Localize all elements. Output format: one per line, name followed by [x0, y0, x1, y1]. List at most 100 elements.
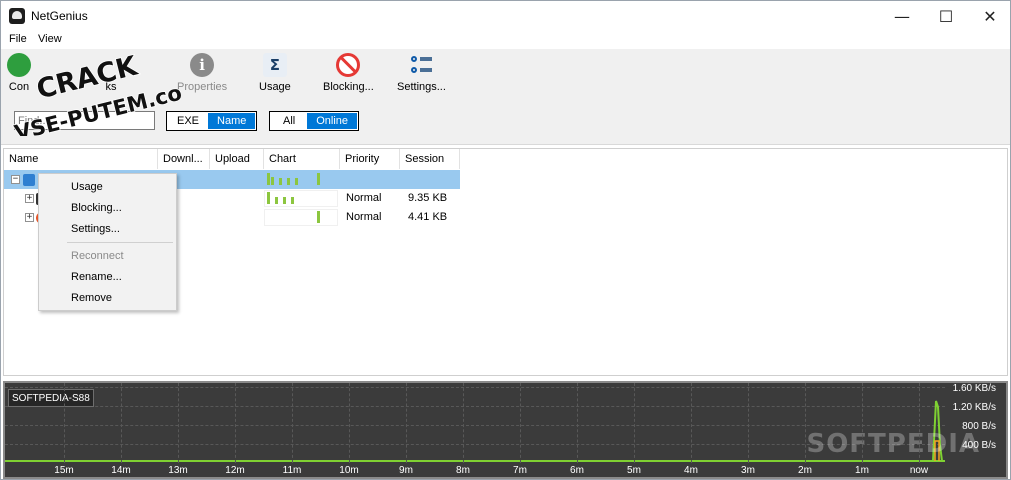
x-axis-label: 9m — [399, 465, 413, 476]
settings-button[interactable]: Settings... — [397, 53, 446, 97]
filter-all[interactable]: All — [271, 113, 307, 129]
column-chart[interactable]: Chart — [264, 149, 340, 169]
grid-line — [178, 383, 179, 463]
grid-line — [5, 406, 945, 407]
ctx-separator — [67, 242, 173, 243]
x-axis-label: 6m — [570, 465, 584, 476]
x-axis-label: 4m — [684, 465, 698, 476]
sigma-icon: Σ — [262, 53, 287, 77]
grid-line — [463, 383, 464, 463]
priority-cell: Normal — [346, 192, 382, 204]
chart-bar — [287, 178, 290, 185]
x-axis-label: 8m — [456, 465, 470, 476]
ctx-settings[interactable]: Settings... — [71, 223, 120, 235]
ctx-usage[interactable]: Usage — [71, 181, 103, 193]
grid-line — [406, 383, 407, 463]
grid-line — [520, 383, 521, 463]
y-axis-label: 1.60 KB/s — [952, 383, 996, 394]
traffic-chart-cell — [264, 171, 338, 188]
column-name[interactable]: Name — [4, 149, 158, 169]
x-axis-label: 11m — [282, 465, 302, 476]
block-icon — [336, 53, 361, 77]
blocking-button[interactable]: Blocking... — [323, 53, 374, 97]
chart-bar — [295, 178, 298, 185]
ctx-blocking[interactable]: Blocking... — [71, 202, 122, 214]
settings-list-icon — [409, 53, 433, 77]
column-priority[interactable]: Priority — [340, 149, 400, 169]
properties-label: Properties — [177, 81, 228, 93]
info-icon: i — [190, 53, 215, 77]
column-download[interactable]: Downl... — [158, 149, 210, 169]
chart-bar — [267, 192, 270, 204]
chart-bar — [279, 178, 282, 185]
x-axis-label: 12m — [225, 465, 245, 476]
minimize-button[interactable]: — — [879, 1, 925, 31]
grid-line — [349, 383, 350, 463]
bandwidth-graph: SOFTPEDIA-S88 SOFTPEDIA 1.60 KB/s 1.20 K… — [3, 381, 1008, 479]
window-title: NetGenius — [31, 9, 88, 23]
crack-stamp-logo: CRACK VSE-PUTEM.com — [11, 50, 181, 136]
x-axis-label: 10m — [339, 465, 359, 476]
session-cell: 4.41 KB — [408, 211, 448, 223]
grid-line — [64, 383, 65, 463]
x-axis-label: 1m — [855, 465, 869, 476]
title-bar: NetGenius — ☐ ✕ — [1, 1, 1010, 31]
y-axis-label: 400 B/s — [962, 440, 996, 451]
x-axis-label: 15m — [54, 465, 74, 476]
scope-filter-toggle: All Online — [269, 111, 360, 131]
traffic-chart-cell — [264, 190, 338, 207]
chart-bar — [291, 197, 294, 204]
expand-icon[interactable]: + — [25, 194, 34, 203]
traffic-chart-cell — [264, 209, 338, 226]
grid-line — [5, 387, 945, 388]
chart-bar — [267, 173, 270, 185]
grid-line — [919, 383, 920, 463]
grid-line — [292, 383, 293, 463]
grid-line — [748, 383, 749, 463]
app-window: NetGenius — ☐ ✕ File View Con ks i Prope… — [0, 0, 1011, 480]
computer-icon — [23, 174, 35, 186]
grid-line — [5, 425, 945, 426]
close-button[interactable]: ✕ — [967, 1, 1011, 31]
filter-name[interactable]: Name — [208, 113, 256, 129]
settings-label: Settings... — [397, 81, 446, 93]
x-axis-label: 7m — [513, 465, 527, 476]
ctx-reconnect[interactable]: Reconnect — [71, 250, 124, 262]
chart-bar — [283, 197, 286, 204]
ctx-rename[interactable]: Rename... — [71, 271, 122, 283]
maximize-button[interactable]: ☐ — [923, 1, 969, 31]
y-axis-label: 800 B/s — [962, 421, 996, 432]
y-axis-label: 1.20 KB/s — [952, 402, 996, 413]
column-session[interactable]: Session — [400, 149, 460, 169]
blocking-label: Blocking... — [323, 81, 374, 93]
chart-bar — [271, 177, 274, 185]
grid-line — [634, 383, 635, 463]
grid-line — [805, 383, 806, 463]
usage-label: Usage — [259, 81, 291, 93]
grid-line — [577, 383, 578, 463]
grid-line — [235, 383, 236, 463]
collapse-icon[interactable]: − — [11, 175, 20, 184]
usage-button[interactable]: Σ Usage — [259, 53, 291, 97]
x-axis-label: 3m — [741, 465, 755, 476]
chart-bar — [275, 197, 278, 204]
grid-line — [862, 383, 863, 463]
column-upload[interactable]: Upload — [210, 149, 264, 169]
x-axis-label: 2m — [798, 465, 812, 476]
filter-online[interactable]: Online — [307, 113, 358, 129]
x-axis-label: 5m — [627, 465, 641, 476]
chart-bar — [317, 173, 320, 185]
grid-line — [691, 383, 692, 463]
app-logo-icon — [9, 8, 25, 24]
session-cell: 9.35 KB — [408, 192, 448, 204]
x-axis-label: now — [909, 465, 929, 476]
chart-bar — [317, 211, 320, 223]
expand-icon[interactable]: + — [25, 213, 34, 222]
ctx-remove[interactable]: Remove — [71, 292, 112, 304]
priority-cell: Normal — [346, 211, 382, 223]
context-menu: Usage Blocking... Settings... Reconnect … — [38, 173, 177, 311]
grid-line — [121, 383, 122, 463]
properties-button[interactable]: i Properties — [177, 53, 227, 97]
softpedia-watermark: SOFTPEDIA — [806, 429, 980, 459]
grid-line — [5, 444, 945, 445]
